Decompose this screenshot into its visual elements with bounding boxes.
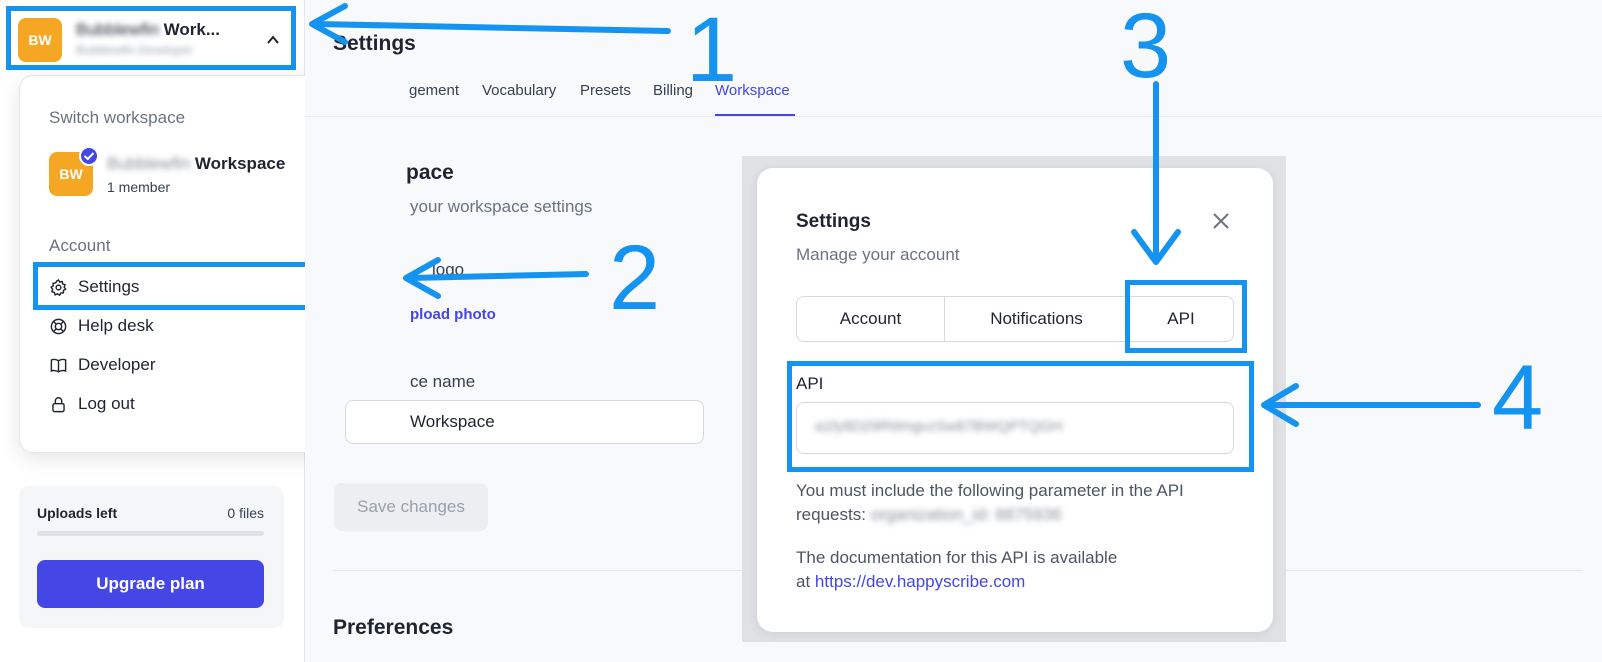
annotation-arrow-2 <box>407 271 589 281</box>
annotation-number-3: 3 <box>1120 0 1172 97</box>
annotation-arrows <box>309 3 1481 427</box>
annotation-number-1: 1 <box>686 0 738 101</box>
annotation-number-2: 2 <box>609 227 661 329</box>
annotation-number-4: 4 <box>1492 347 1544 449</box>
annotation-arrow-1 <box>313 21 671 34</box>
